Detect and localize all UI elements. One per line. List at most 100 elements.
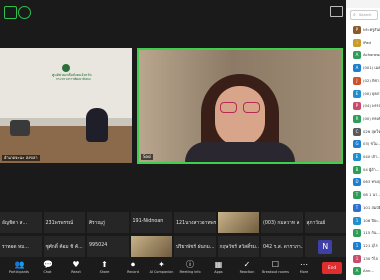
share-button[interactable]: ⬆ Share (90, 260, 120, 274)
participant-avatar: A (353, 267, 361, 276)
more-button[interactable]: ⋯ More (289, 260, 319, 274)
speaker-shirt (185, 142, 295, 162)
gallery-tile[interactable]: ศิราณุภู่ (87, 212, 129, 233)
participant-list-item[interactable]: A(001) เมธา... (346, 62, 380, 75)
participant-search-input[interactable]: ⌕ Search (350, 10, 378, 20)
participant-list-item[interactable]: A Ann... (346, 265, 380, 278)
participant-list-item[interactable]: T 08 1 นา... (346, 189, 380, 202)
participant-avatar: B (353, 165, 361, 174)
participant-avatar: T (353, 203, 361, 212)
participant-name: Acharawan... (363, 52, 380, 58)
react-button[interactable]: ♥ React (61, 260, 91, 274)
gallery-row-2: ราทอด หม... ชูศักดิ์ ค้อม ชิ ค้... 995024 ป… (0, 236, 346, 257)
participants-button[interactable]: 👥 Participants (4, 260, 34, 274)
ai-companion-button[interactable]: ✦ AI Companion (147, 260, 177, 274)
participant-list-item[interactable]: C 026 สุดใจ (346, 126, 380, 139)
participant-list-item[interactable]: 1 121 อุไร (346, 240, 380, 253)
participant-avatar: C (353, 127, 361, 136)
participant-avatar: E (353, 153, 361, 161)
share-label: Share (99, 270, 110, 274)
participant-list-item[interactable]: P(04) พรรณ (346, 100, 380, 113)
participant-name: กฤษวัชร์ สวัสดิ์รม... (219, 245, 260, 250)
participant-list-item[interactable]: i iPad (346, 37, 380, 50)
participant-list-item[interactable]: G 03) ชไม... (346, 138, 380, 151)
gallery-tile[interactable]: กฤษวัชร์ สวัสดิ์รม... (217, 236, 260, 257)
gallery-tile[interactable]: ราทอด หม... (0, 236, 42, 257)
participant-avatar: G (353, 140, 361, 149)
gallery-tile[interactable]: 042 ร.ส. ดาราภา... (261, 236, 303, 257)
participant-name: Ann... (363, 268, 375, 274)
participant-name: 995024 (89, 243, 108, 248)
breakout-rooms-button[interactable]: ☐ Breakout rooms (261, 260, 291, 274)
record-icon: ⏺ (131, 260, 135, 269)
panel-header (346, 0, 380, 8)
participant-list-item[interactable]: AAcharawan... (346, 49, 380, 62)
gallery-tile[interactable] (217, 212, 259, 233)
video-tile-active-speaker[interactable]: Sasi (137, 48, 343, 164)
record-button[interactable]: ⏺ Record (118, 260, 148, 274)
chat-button[interactable]: 💬 Chat (33, 260, 63, 274)
participant-avatar: A (353, 64, 361, 73)
participant-name: 101 สมบัติ (363, 204, 380, 210)
end-button[interactable]: End (322, 262, 342, 274)
share-icon: ⬆ (101, 260, 108, 269)
participant-avatar: i (353, 38, 361, 47)
meeting-info-label: Meeting info (179, 270, 201, 274)
participant-name: พระครูสันติ... (363, 27, 380, 32)
participant-avatar: P (353, 26, 361, 34)
glasses-left (220, 102, 237, 113)
participant-name: 106 ปิยะ... (363, 217, 380, 223)
apps-button[interactable]: ▦ Apps (204, 260, 234, 274)
chat-icon: 💬 (43, 260, 53, 269)
gallery-tile[interactable]: 121นางสาวอาทพร... (174, 212, 216, 233)
gallery-tile[interactable]: สุภาวัณย์ (304, 212, 346, 233)
view-icon[interactable] (330, 6, 343, 17)
participant-name: อัญชิตา ส... (2, 221, 28, 226)
participant-name: 191-Nidnoan (132, 219, 164, 224)
participant-name: 04 ผู้อำ... (363, 166, 380, 172)
reaction-button[interactable]: ✓ Reaction (232, 260, 262, 274)
participant-name: ปริยาพัชร์ ฝนกม... (176, 245, 215, 250)
gallery-tile[interactable]: อัญชิตา ส... (0, 212, 42, 233)
shield-icon[interactable] (4, 6, 17, 19)
gallery-tile[interactable]: 231พรพรรณ์ (43, 212, 85, 233)
participant-list-item[interactable]: 1 115 กัน... (346, 227, 380, 240)
gallery-tile[interactable]: ปริยาพัชร์ ฝนกม... (174, 236, 216, 257)
participant-name: 03) ชไม... (363, 141, 380, 147)
gallery-tile[interactable]: N (304, 236, 346, 257)
participant-list-item[interactable]: E (00) ยุคภา (346, 88, 380, 101)
participant-avatar: E (353, 89, 361, 98)
video-tile-room[interactable]: ศูนย์ช่วยเหลือสังคมจังหวัด กระทรวงการพัฒ… (0, 48, 132, 163)
participant-list-item[interactable]: T 101 สมบัติ (346, 202, 380, 215)
gallery-tile[interactable]: (003) กมลวาท ล (261, 212, 303, 233)
meeting-info-button[interactable]: ⓘ Meeting info (175, 260, 205, 274)
participant-list-item[interactable]: B 04 ผู้อำ... (346, 164, 380, 177)
participant-list-item[interactable]: Pพระครูสันติ... (346, 24, 380, 37)
gallery-tile[interactable]: 191-Nidnoan (130, 212, 172, 233)
participant-avatar: 1 (353, 254, 361, 263)
gallery-tile[interactable] (130, 236, 172, 257)
participant-name: 026 สุดใจ (363, 128, 380, 134)
participant-name: iPad (363, 39, 371, 45)
info-icon[interactable] (18, 6, 31, 19)
react-label: React (71, 270, 81, 274)
participant-list-item[interactable]: R(00) ทรงศักดิ์ (346, 113, 380, 126)
apps-icon: ▦ (214, 260, 223, 269)
participant-name-tag: อำเภอจะนะ สงขลา (2, 155, 40, 161)
participant-name: (02) พิชา... (363, 77, 380, 83)
participant-name: 115 กัน... (363, 230, 380, 236)
gallery-tile[interactable]: 995024 (87, 236, 129, 257)
participant-list-item[interactable]: 1 130 วิไล (346, 253, 380, 266)
participant-list-item[interactable]: E 040 เจ้า... (346, 151, 380, 164)
participant-avatar: 1 (353, 241, 361, 250)
gallery-tile[interactable]: ชูศักดิ์ ค้อม ชิ ค้... (43, 236, 85, 257)
meeting-toolbar: 👥 Participants 💬 Chat ♥ React ⬆ Share ⏺ Record ✦ AI… (0, 258, 345, 280)
participant-list-item[interactable]: J(02) พิชา... (346, 75, 380, 88)
participant-avatar: D (353, 178, 361, 187)
participant-name: 040 เจ้า... (363, 154, 380, 159)
gallery-row-1: อัญชิตา ส... 231พรพรรณ์ ศิราณุภู่ 191-Nidno… (0, 212, 346, 233)
search-icon: ⌕ (353, 12, 356, 18)
participant-avatar: R (353, 114, 361, 123)
participant-list-item[interactable]: 1 106 ปิยะ... (346, 215, 380, 228)
participant-list-item[interactable]: D063 ทรงฤทธิ์ (346, 176, 380, 189)
